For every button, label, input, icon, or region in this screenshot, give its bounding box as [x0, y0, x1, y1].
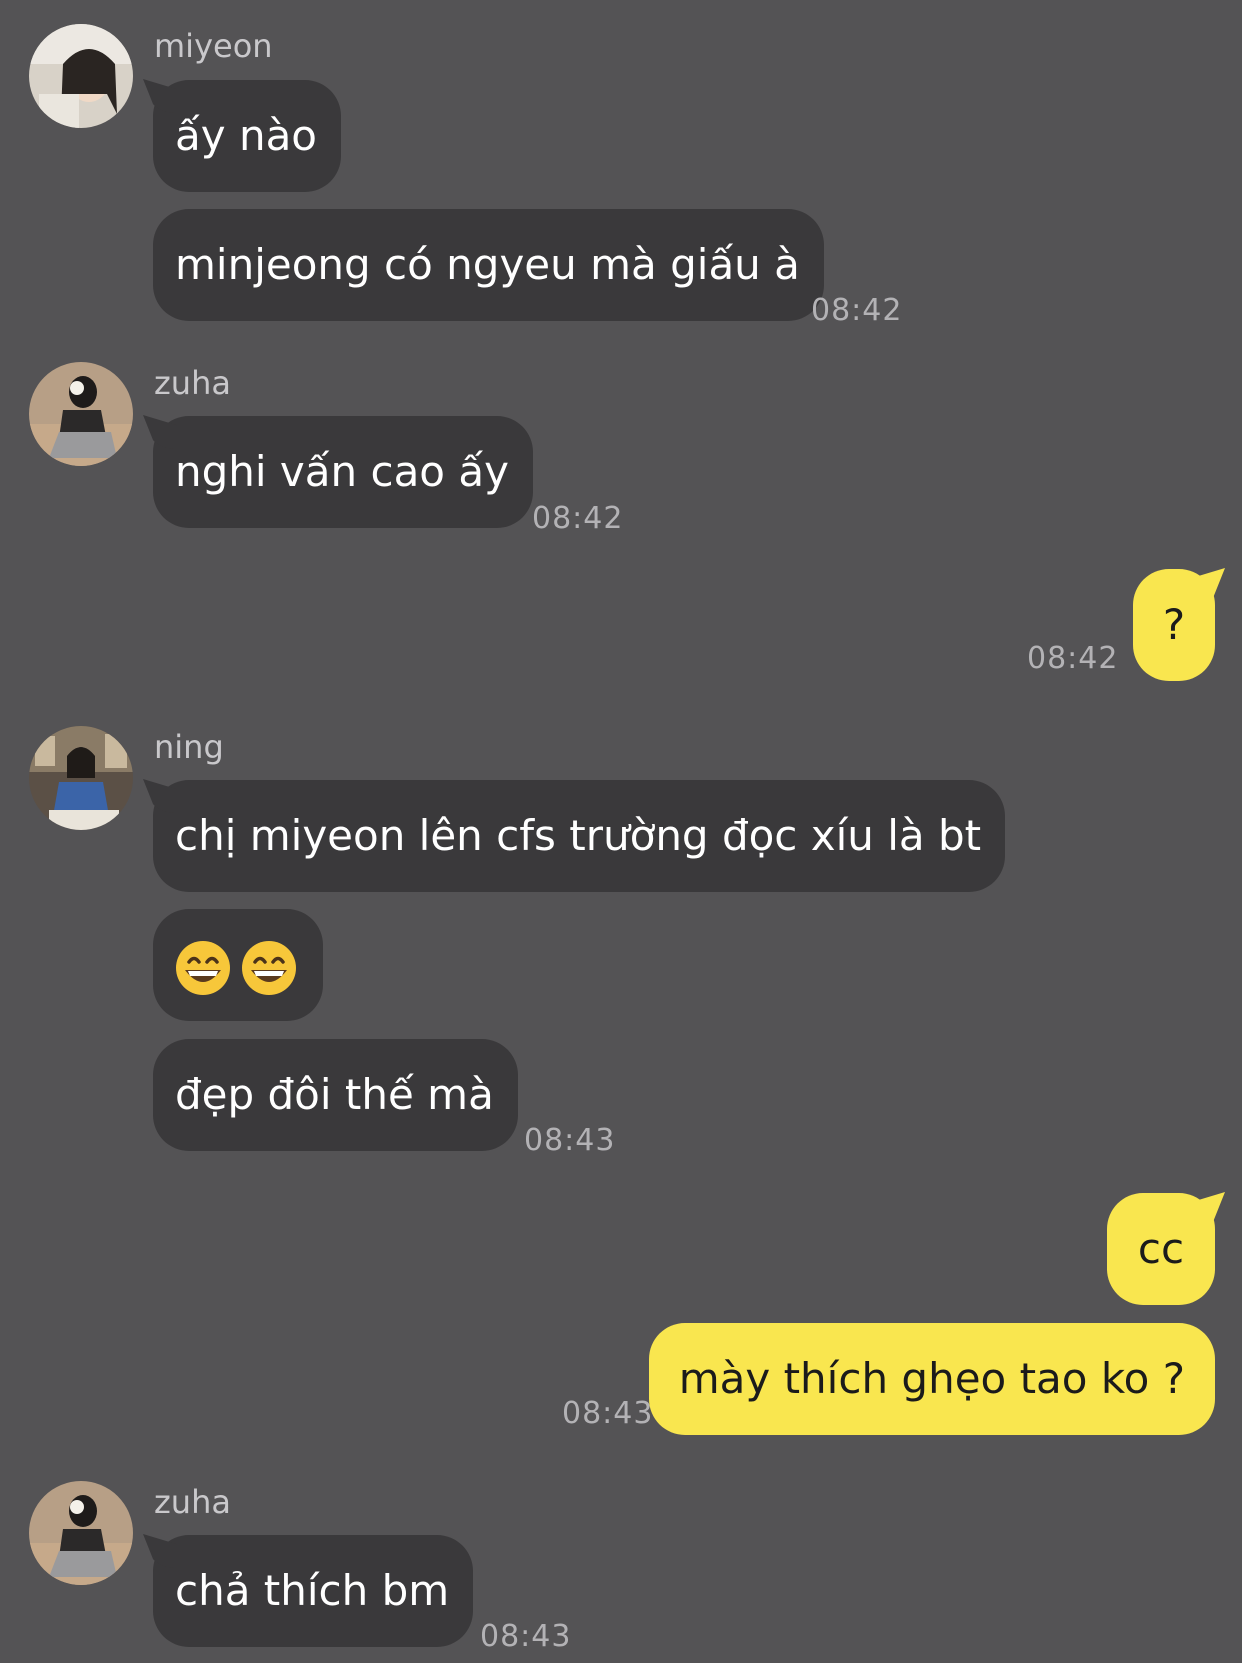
my-message-bubble[interactable]: cc — [1107, 1193, 1215, 1305]
emoji-message-bubble[interactable] — [153, 909, 323, 1021]
message-bubble[interactable]: nghi vấn cao ấy — [153, 416, 533, 528]
message-timestamp: 08:42 — [811, 293, 903, 328]
my-message-bubble[interactable]: mày thích ghẹo tao ko ? — [648, 1323, 1215, 1435]
message-bubble[interactable]: chị miyeon lên cfs trường đọc xíu là bt — [153, 780, 1006, 892]
avatar-zuha[interactable] — [29, 362, 133, 466]
message-bubble[interactable]: đẹp đôi thế mà — [153, 1039, 518, 1151]
my-message-bubble[interactable]: ? — [1133, 569, 1215, 681]
message-timestamp: 08:42 — [1027, 641, 1119, 676]
profile-photo-icon — [29, 362, 133, 466]
avatar-zuha[interactable] — [29, 1481, 133, 1585]
sender-name: zuha — [154, 1483, 231, 1521]
avatar-ning[interactable] — [29, 726, 133, 830]
message-bubble[interactable]: minjeong có ngyeu mà giấu à — [153, 209, 824, 321]
grinning-face-icon — [176, 940, 296, 995]
message-timestamp: 08:43 — [524, 1123, 616, 1158]
message-bubble[interactable]: chả thích bm — [153, 1535, 474, 1647]
message-bubble[interactable]: ấy nào — [153, 80, 341, 192]
message-timestamp: 08:43 — [480, 1619, 572, 1654]
profile-photo-icon — [29, 726, 133, 830]
avatar-miyeon[interactable] — [29, 24, 133, 128]
sender-name: zuha — [154, 364, 231, 402]
message-timestamp: 08:42 — [532, 501, 624, 536]
profile-photo-icon — [29, 24, 133, 128]
message-timestamp: 08:43 — [562, 1396, 654, 1431]
profile-photo-icon — [29, 1481, 133, 1585]
sender-name: ning — [154, 728, 224, 766]
sender-name: miyeon — [154, 27, 273, 65]
